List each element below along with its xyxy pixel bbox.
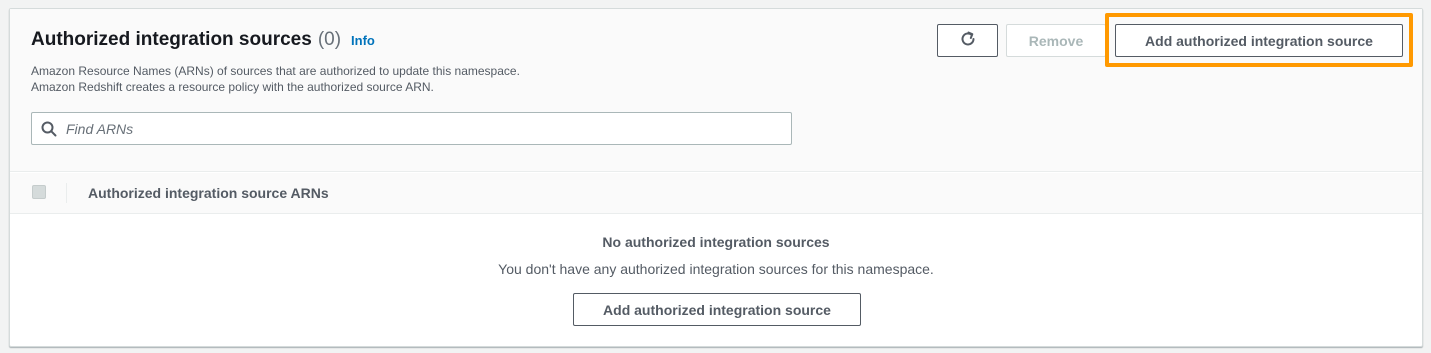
info-link[interactable]: Info <box>351 33 375 48</box>
column-divider <box>66 183 67 203</box>
item-count: (0) <box>317 29 342 50</box>
description-line-2: Amazon Redshift creates a resource polic… <box>31 80 434 94</box>
empty-state-description: You don't have any authorized integratio… <box>498 261 934 277</box>
panel-description: Amazon Resource Names (ARNs) of sources … <box>31 63 520 95</box>
refresh-button[interactable] <box>937 24 998 57</box>
search-icon <box>41 121 57 137</box>
table-column-header: Authorized integration source ARNs <box>10 173 1422 214</box>
empty-state: No authorized integration sources You do… <box>10 215 1422 345</box>
select-all-checkbox[interactable] <box>32 185 46 199</box>
search-box[interactable] <box>31 112 792 145</box>
empty-state-add-button[interactable]: Add authorized integration source <box>573 293 861 326</box>
add-authorized-integration-source-button[interactable]: Add authorized integration source <box>1115 24 1403 57</box>
panel-header: Authorized integration sources (0) Info … <box>10 9 1422 172</box>
refresh-icon <box>959 30 977 51</box>
remove-button[interactable]: Remove <box>1006 24 1106 57</box>
authorized-integration-sources-panel: Authorized integration sources (0) Info … <box>9 8 1423 347</box>
title-row: Authorized integration sources (0) Info <box>31 29 375 51</box>
panel-title: Authorized integration sources <box>31 29 312 50</box>
empty-state-title: No authorized integration sources <box>602 234 830 250</box>
column-header-arns: Authorized integration source ARNs <box>88 185 329 201</box>
search-input[interactable] <box>66 116 746 141</box>
description-line-1: Amazon Resource Names (ARNs) of sources … <box>31 64 520 78</box>
